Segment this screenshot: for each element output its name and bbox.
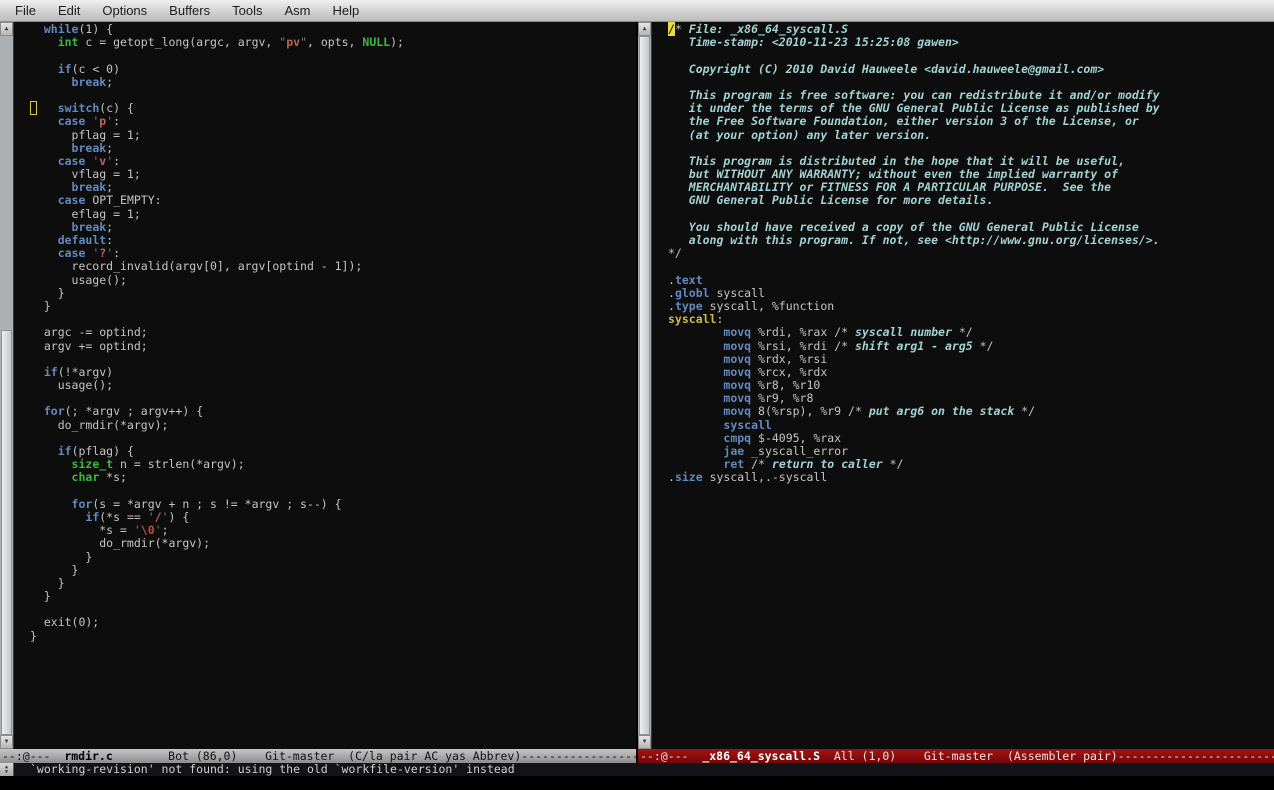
code-line: } (30, 590, 636, 603)
scroll-down-button[interactable]: ▼ (0, 735, 13, 749)
right-scrollbar[interactable]: ▲ ▼ (638, 22, 652, 749)
scrollbar-track[interactable] (638, 36, 651, 735)
scroll-down-button[interactable]: ▼ (638, 735, 651, 749)
menu-item-help[interactable]: Help (321, 1, 370, 20)
modeline-info: Bot (86,0) Git-master (C/la pair AC yas … (113, 749, 636, 763)
code-line: if(!*argv) (30, 366, 636, 379)
scrollbar-thumb[interactable] (639, 36, 650, 735)
code-line: } (30, 577, 636, 590)
code-line: int c = getopt_long(argc, argv, "pv", op… (30, 36, 636, 49)
modeline-flags: --:@--- (640, 749, 702, 763)
scroll-up-button[interactable]: ▲ (0, 22, 13, 36)
code-line (668, 260, 1274, 273)
code-line: default: (30, 234, 636, 247)
code-line: argv += optind; (30, 340, 636, 353)
code-window-asm: ▲ ▼ /* File: _x86_64_syscall.S Time-stam… (636, 22, 1274, 763)
code-line: do_rmdir(*argv); (30, 537, 636, 550)
minibuffer-scrollbar: ▲▼ (0, 763, 14, 776)
down-arrow-icon: ▼ (5, 770, 8, 775)
code-line (30, 49, 636, 62)
code-line: } (30, 287, 636, 300)
code-line: } (30, 300, 636, 313)
menu-bar: FileEditOptionsBuffersToolsAsmHelp (0, 0, 1274, 22)
menu-item-asm[interactable]: Asm (273, 1, 321, 20)
code-line: .type syscall, %function (668, 300, 1274, 313)
code-line (30, 353, 636, 366)
code-line (30, 603, 636, 616)
code-line: } (30, 564, 636, 577)
code-line: break; (30, 142, 636, 155)
text-cursor-block: / (668, 22, 675, 36)
editor-split: ▲ ▼ while(1) { int c = getopt_long(argc,… (0, 22, 1274, 763)
echo-message: `working-revision' not found: using the … (14, 763, 515, 776)
code-line: } (30, 630, 636, 643)
code-line: */ (668, 247, 1274, 260)
code-line: vflag = 1; (30, 168, 636, 181)
code-line: along with this program. If not, see <ht… (668, 234, 1274, 247)
code-line: exit(0); (30, 616, 636, 629)
code-line: break; (30, 76, 636, 89)
code-line: eflag = 1; (30, 208, 636, 221)
menu-item-file[interactable]: File (4, 1, 47, 20)
code-line: pflag = 1; (30, 129, 636, 142)
buffer-name: _x86_64_syscall.S (702, 749, 820, 763)
scroll-up-button[interactable]: ▲ (638, 22, 651, 36)
code-line: if(c < 0) (30, 63, 636, 76)
code-line: char *s; (30, 471, 636, 484)
c-source-text[interactable]: while(1) { int c = getopt_long(argc, arg… (14, 22, 636, 749)
scrollbar-thumb[interactable] (1, 330, 12, 735)
echo-area[interactable]: ▲▼ `working-revision' not found: using t… (0, 763, 1274, 776)
scrollbar-track[interactable] (0, 36, 13, 735)
code-line: .size syscall,.-syscall (668, 471, 1274, 484)
code-line: Time-stamp: <2010-11-23 15:25:08 gawen> (668, 36, 1274, 49)
asm-source-text[interactable]: /* File: _x86_64_syscall.S Time-stamp: <… (652, 22, 1274, 749)
code-line: usage(); (30, 379, 636, 392)
code-line: } (30, 551, 636, 564)
menu-item-buffers[interactable]: Buffers (158, 1, 221, 20)
code-line: Copyright (C) 2010 David Hauweele <david… (668, 63, 1274, 76)
modeline-flags: --:@--- (2, 749, 64, 763)
code-line: do_rmdir(*argv); (30, 419, 636, 432)
code-line: switch(c) { (30, 102, 636, 115)
code-window-c: ▲ ▼ while(1) { int c = getopt_long(argc,… (0, 22, 636, 763)
code-line: break; (30, 221, 636, 234)
text-cursor-hollow (30, 101, 37, 115)
modeline-syscall[interactable]: --:@--- _x86_64_syscall.S All (1,0) Git-… (638, 749, 1274, 763)
code-line: (at your option) any later version. (668, 129, 1274, 142)
left-scrollbar[interactable]: ▲ ▼ (0, 22, 14, 749)
buffer-name: rmdir.c (64, 749, 112, 763)
menu-item-tools[interactable]: Tools (221, 1, 273, 20)
code-line: GNU General Public License for more deta… (668, 194, 1274, 207)
menu-item-options[interactable]: Options (91, 1, 158, 20)
menu-item-edit[interactable]: Edit (47, 1, 91, 20)
modeline-rmdir[interactable]: --:@--- rmdir.c Bot (86,0) Git-master (C… (0, 749, 636, 763)
modeline-info: All (1,0) Git-master (Assembler pair)---… (820, 749, 1274, 763)
code-line: usage(); (30, 274, 636, 287)
